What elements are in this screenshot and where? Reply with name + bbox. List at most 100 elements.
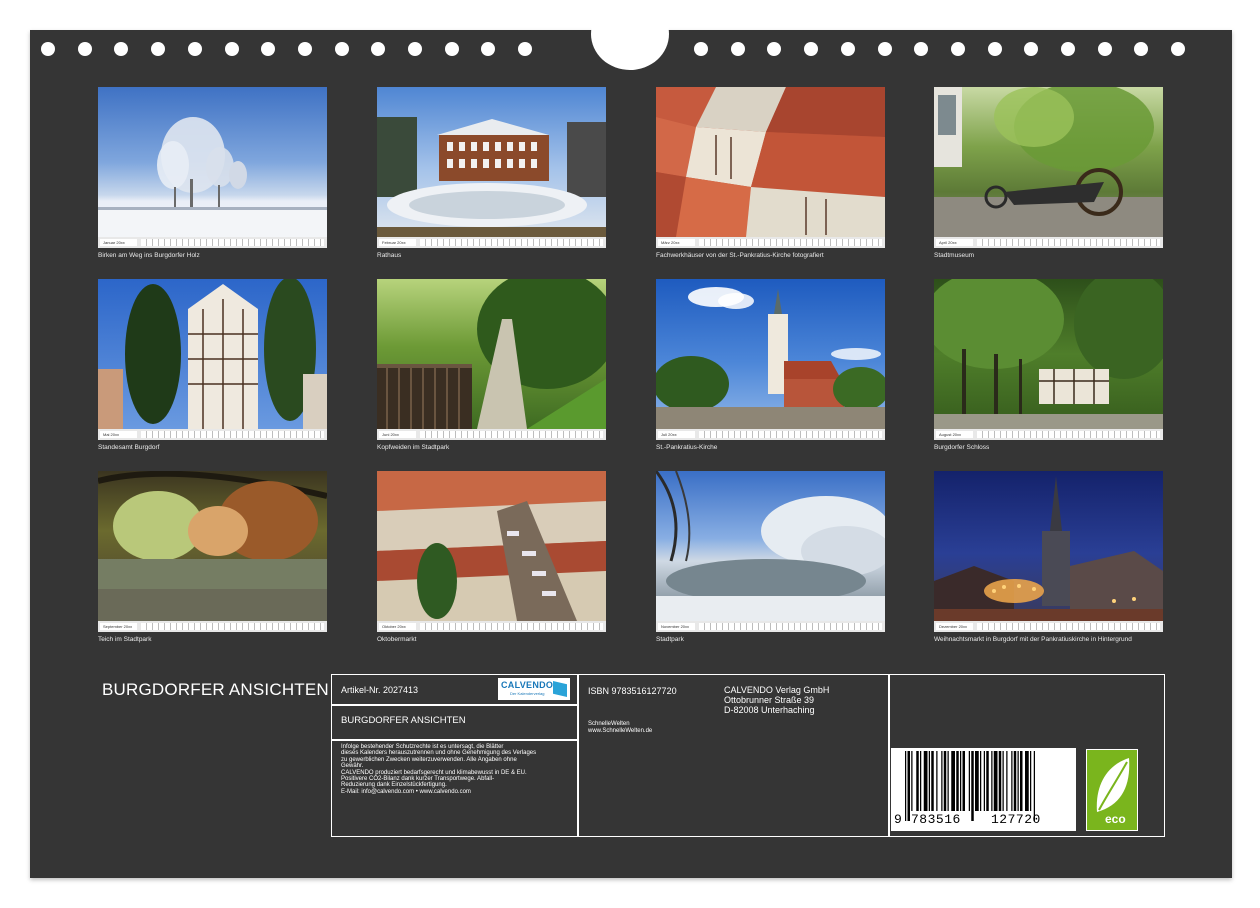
barcode-bar bbox=[943, 751, 947, 811]
barcode-bar bbox=[993, 751, 998, 811]
binding-hole bbox=[987, 42, 1002, 56]
thumbnail-october: Oktober 20xx Oktobermarkt bbox=[377, 471, 606, 644]
thumbnail-september: September 20xx Teich im Stadtpark bbox=[98, 471, 327, 644]
binding-hole bbox=[261, 42, 276, 56]
barcode-bar bbox=[1033, 751, 1035, 821]
photo-caption: Birken am Weg ins Burgdorfer Holz bbox=[98, 252, 200, 259]
month-label: Juli 20xx bbox=[658, 431, 695, 438]
logo-subtitle: Der Kalenderverlag bbox=[510, 691, 545, 696]
barcode-bar bbox=[920, 751, 922, 811]
barcode-bar bbox=[991, 751, 993, 811]
photo-caption: St.-Pankratius-Kirche bbox=[656, 444, 718, 451]
legal-text: Infolge bestehender Schutzrechte ist es … bbox=[341, 744, 536, 795]
day-grid bbox=[420, 239, 603, 246]
binding-hole bbox=[408, 42, 422, 56]
binding-hole bbox=[481, 42, 496, 56]
logo-name: CALVENDO bbox=[501, 680, 554, 690]
legal-line: dieses Kalenders herauszutrennen und ohn… bbox=[341, 750, 537, 757]
barcode-bar bbox=[1006, 751, 1008, 811]
barcode-bar bbox=[947, 751, 949, 811]
calendar-back-cover: Januar 20xx Birken am Weg ins Burgdorfer… bbox=[30, 0, 1232, 878]
photo-january bbox=[98, 87, 327, 237]
photo-february bbox=[377, 87, 606, 237]
month-label: November 20xx bbox=[658, 623, 695, 630]
author-url: www.SchnelleWelten.de bbox=[588, 728, 653, 734]
barcode-bar bbox=[968, 751, 970, 811]
divider bbox=[332, 704, 578, 706]
thumbnail-january: Januar 20xx Birken am Weg ins Burgdorfer… bbox=[98, 87, 327, 260]
barcode-bar bbox=[1011, 751, 1013, 811]
barcode-bar bbox=[923, 751, 928, 811]
publisher-line: D-82008 Unterhaching bbox=[724, 705, 815, 715]
barcode-bar bbox=[986, 751, 989, 811]
thumbnail-july: Juli 20xx St.-Pankratius-Kirche bbox=[656, 279, 885, 452]
barcode-bar bbox=[905, 751, 907, 821]
month-label: Juni 20xx bbox=[379, 431, 416, 438]
month-label: Februar 20xx bbox=[379, 239, 416, 246]
binding-hole bbox=[694, 42, 708, 56]
thumbnail-may: Mai 20xx Standesamt Burgdorf bbox=[98, 279, 327, 452]
binding-hole bbox=[444, 42, 459, 56]
thumbnail-march: März 20xx Fachwerkhäuser von der St.-Pan… bbox=[656, 87, 885, 260]
eco-label: eco bbox=[1105, 812, 1126, 826]
barcode-bar bbox=[936, 751, 938, 811]
barcode-bar bbox=[907, 751, 910, 821]
barcode-bar bbox=[998, 751, 1002, 811]
calendar-strip: April 20xx bbox=[934, 237, 1163, 248]
barcode-bar bbox=[975, 751, 979, 811]
photo-caption: Stadtpark bbox=[656, 636, 684, 643]
binding-hole bbox=[1024, 42, 1039, 56]
day-grid bbox=[141, 239, 324, 246]
calendar-strip: Juni 20xx bbox=[377, 429, 606, 440]
calendar-strip: August 20xx bbox=[934, 429, 1163, 440]
barcode-bar bbox=[931, 751, 934, 811]
day-grid bbox=[699, 239, 882, 246]
month-label: März 20xx bbox=[658, 239, 695, 246]
photo-august bbox=[934, 279, 1163, 429]
barcode-bar bbox=[971, 751, 974, 821]
barcode-bar bbox=[1017, 751, 1019, 811]
binding-hole bbox=[877, 42, 892, 56]
photo-caption: Kopfweiden im Stadtpark bbox=[377, 444, 450, 451]
photo-december bbox=[934, 471, 1163, 621]
binding-hole bbox=[151, 42, 166, 56]
calendar-strip: Dezember 20xx bbox=[934, 621, 1163, 632]
barcode-bar bbox=[956, 751, 959, 811]
box-title: BURGDORFER ANSICHTEN bbox=[341, 715, 466, 726]
binding-hole bbox=[767, 42, 782, 56]
barcode-bar bbox=[983, 751, 985, 811]
calendar-strip: März 20xx bbox=[656, 237, 885, 248]
logo-mark-icon bbox=[553, 681, 567, 697]
barcode-bar bbox=[962, 751, 965, 811]
barcode-bar bbox=[928, 751, 930, 811]
binding-hole bbox=[1097, 42, 1112, 56]
hanger-cutout bbox=[591, 0, 669, 70]
thumbnail-november: November 20xx Stadtpark bbox=[656, 471, 885, 644]
month-label: Dezember 20xx bbox=[936, 623, 973, 630]
month-label: September 20xx bbox=[100, 623, 137, 630]
calendar-strip: Juli 20xx bbox=[656, 429, 885, 440]
binding-hole bbox=[518, 42, 533, 56]
divider bbox=[332, 739, 578, 741]
photo-caption: Weihnachtsmarkt in Burgdorf mit der Pank… bbox=[934, 636, 1132, 643]
thumbnail-june: Juni 20xx Kopfweiden im Stadtpark bbox=[377, 279, 606, 452]
calendar-strip: November 20xx bbox=[656, 621, 885, 632]
barcode-bar bbox=[980, 751, 982, 811]
thumbnail-april: April 20xx Stadtmuseum bbox=[934, 87, 1163, 260]
photo-june bbox=[377, 279, 606, 429]
photo-may bbox=[98, 279, 327, 429]
day-grid bbox=[699, 431, 882, 438]
publisher-line: CALVENDO Verlag GmbH bbox=[724, 685, 830, 695]
barcode-bar bbox=[1020, 751, 1023, 811]
calendar-strip: Februar 20xx bbox=[377, 237, 606, 248]
binding-hole bbox=[914, 42, 929, 56]
photo-caption: Stadtmuseum bbox=[934, 252, 975, 259]
binding-hole bbox=[371, 42, 386, 56]
binding-hole bbox=[950, 42, 965, 56]
isbn: ISBN 9783516127720 bbox=[588, 686, 677, 696]
author-name: SchnelleWelten bbox=[588, 721, 630, 727]
photo-caption: Burgdorfer Schloss bbox=[934, 444, 990, 451]
calendar-strip: Mai 20xx bbox=[98, 429, 327, 440]
thumbnail-february: Februar 20xx Rathaus bbox=[377, 87, 606, 260]
month-label: Oktober 20xx bbox=[379, 623, 416, 630]
